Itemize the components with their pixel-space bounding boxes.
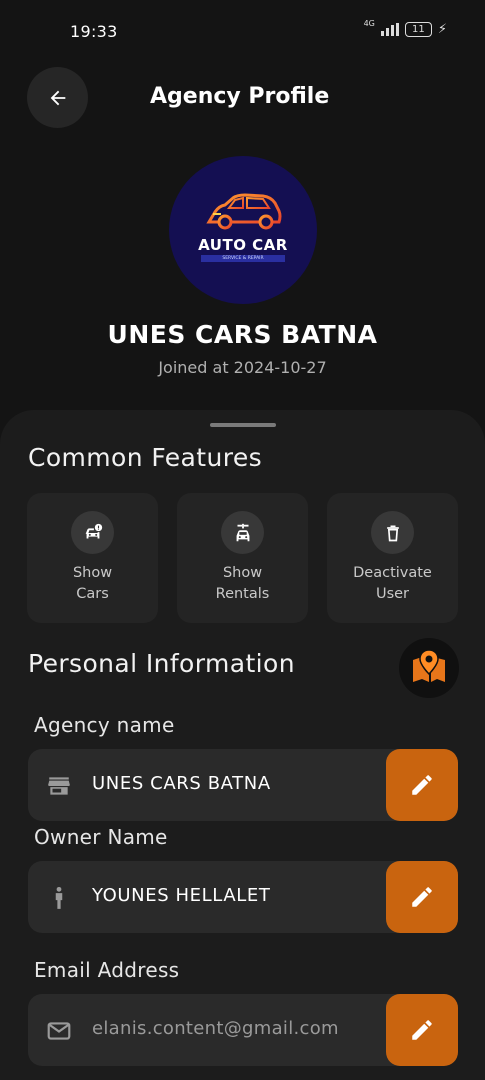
status-bar: 19:33 4G 11 ⚡	[0, 0, 485, 60]
edit-agency-name-button[interactable]	[386, 749, 458, 821]
deactivate-user-label: Deactivate User	[353, 565, 432, 602]
car-rental-icon	[221, 511, 264, 554]
personal-info-title: Personal Information	[28, 649, 295, 678]
network-type: 4G	[363, 19, 375, 28]
details-sheet[interactable]: Common Features Show Cars Show Rentals D…	[0, 410, 485, 1080]
map-pin-icon	[413, 649, 445, 682]
edit-owner-name-button[interactable]	[386, 861, 458, 933]
battery-icon: 11	[404, 22, 432, 37]
arrow-left-icon	[50, 90, 65, 105]
logo-text: AUTO CAR	[198, 236, 288, 254]
battery-level: 11	[411, 24, 425, 35]
person-icon	[45, 884, 73, 912]
logo-subtext: SERVICE & REPAIR	[201, 255, 285, 262]
store-icon	[45, 772, 73, 800]
charging-icon: ⚡	[437, 22, 447, 37]
agency-name-title: UNES CARS BATNA	[107, 320, 378, 349]
back-button[interactable]	[27, 67, 88, 128]
edit-email-button[interactable]	[386, 994, 458, 1066]
show-cars-button[interactable]: Show Cars	[27, 493, 158, 623]
trash-icon	[371, 511, 414, 554]
email-address-label: Email Address	[34, 958, 180, 982]
owner-name-field[interactable]: YOUNES HELLALET	[28, 861, 458, 933]
page-title: Agency Profile	[150, 84, 330, 109]
map-button[interactable]	[399, 638, 459, 698]
deactivate-user-button[interactable]: Deactivate User	[327, 493, 458, 623]
show-rentals-button[interactable]: Show Rentals	[177, 493, 308, 623]
agency-name-field[interactable]: UNES CARS BATNA	[28, 749, 458, 821]
status-time: 19:33	[70, 22, 118, 41]
agency-name-value: UNES CARS BATNA	[92, 773, 271, 794]
car-info-icon	[71, 511, 114, 554]
show-cars-label: Show Cars	[72, 565, 113, 602]
signal-icon	[380, 23, 399, 36]
drag-handle[interactable]	[210, 423, 276, 427]
email-address-field[interactable]: elanis.content@gmail.com	[28, 994, 458, 1066]
mail-icon	[45, 1017, 73, 1045]
status-icons: 4G 11 ⚡	[363, 19, 447, 37]
car-logo-icon	[206, 193, 282, 230]
agency-name-label: Agency name	[34, 713, 175, 737]
pencil-icon	[412, 775, 432, 795]
email-address-value: elanis.content@gmail.com	[92, 1018, 339, 1039]
pencil-icon	[412, 887, 432, 907]
joined-date: Joined at 2024-10-27	[158, 358, 327, 377]
show-rentals-label: Show Rentals	[215, 565, 270, 602]
owner-name-label: Owner Name	[34, 825, 168, 849]
common-features-title: Common Features	[28, 443, 263, 472]
owner-name-value: YOUNES HELLALET	[92, 885, 271, 906]
agency-avatar: AUTO CAR SERVICE & REPAIR	[169, 156, 317, 304]
pencil-icon	[412, 1020, 432, 1040]
